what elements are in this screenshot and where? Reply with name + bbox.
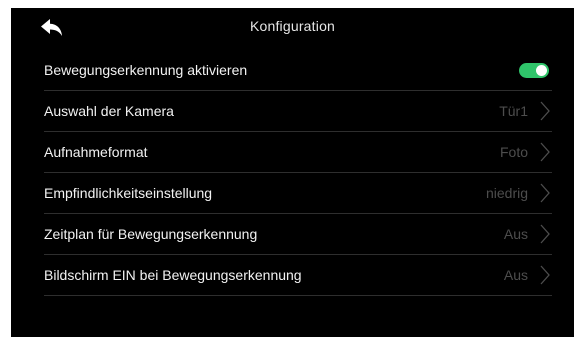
setting-sensitivity[interactable]: Empfindlichkeitseinstellung niedrig [44,173,552,214]
setting-recording-format[interactable]: Aufnahmeformat Foto [44,132,552,173]
settings-list: Bewegungserkennung aktivieren Auswahl de… [44,50,552,296]
setting-label: Aufnahmeformat [44,144,148,160]
setting-label: Empfindlichkeitseinstellung [44,185,213,201]
setting-value: Aus [503,267,528,283]
setting-label: Auswahl der Kamera [44,103,174,119]
setting-label: Zeitplan für Bewegungserkennung [44,226,258,242]
setting-camera-selection[interactable]: Auswahl der Kamera Tür1 [44,91,552,132]
chevron-right-icon [538,223,552,245]
setting-value: Aus [503,226,528,242]
setting-label: Bewegungserkennung aktivieren [44,62,248,78]
setting-screen-on-motion[interactable]: Bildschirm EIN bei Bewegungserkennung Au… [44,255,552,296]
page-title: Konfiguration [249,18,336,34]
chevron-right-icon [538,141,552,163]
setting-motion-schedule[interactable]: Zeitplan für Bewegungserkennung Aus [44,214,552,255]
chevron-right-icon [538,264,552,286]
chevron-right-icon [538,100,552,122]
toggle-knob [536,64,547,76]
setting-value: Foto [499,144,528,160]
motion-detection-toggle[interactable] [519,62,549,78]
setting-label: Bildschirm EIN bei Bewegungserkennung [44,267,302,283]
setting-value: niedrig [485,185,528,201]
header: Konfiguration [11,8,574,48]
setting-motion-detection[interactable]: Bewegungserkennung aktivieren [44,50,552,91]
setting-value: Tür1 [499,103,528,119]
device-screen: Konfiguration Bewegungserkennung aktivie… [11,8,574,337]
chevron-right-icon [538,182,552,204]
